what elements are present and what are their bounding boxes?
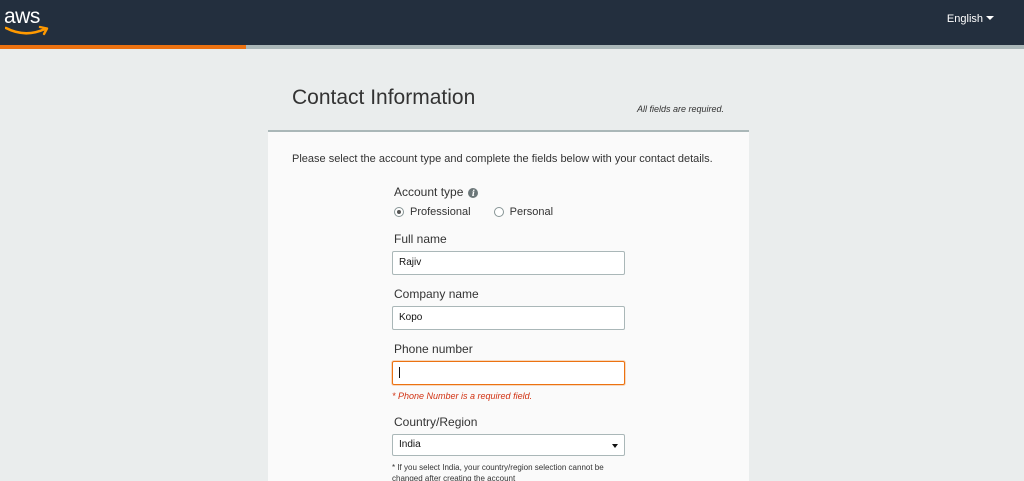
phone-number-error: * Phone Number is a required field. <box>392 391 533 401</box>
company-name-label: Company name <box>394 287 479 301</box>
radio-professional-label: Professional <box>410 206 471 218</box>
page-title: Contact Information <box>292 86 476 109</box>
signup-progress-bar <box>0 45 1024 49</box>
aws-logo[interactable]: aws <box>4 5 50 39</box>
language-label: English <box>946 13 983 25</box>
radio-professional-dot[interactable] <box>394 207 404 217</box>
radio-professional[interactable]: Professional <box>394 206 471 218</box>
country-select-value: India <box>399 439 421 450</box>
radio-personal[interactable]: Personal <box>493 206 554 218</box>
account-type-label: Account type i <box>394 185 479 199</box>
caret-down-icon <box>986 16 994 20</box>
info-icon[interactable]: i <box>468 188 479 198</box>
country-label: Country/Region <box>394 415 478 429</box>
company-name-value: Kopo <box>399 312 423 323</box>
contact-form-panel: Please select the account type and compl… <box>268 130 749 481</box>
country-select[interactable]: India <box>392 434 625 456</box>
chevron-down-icon <box>612 444 618 448</box>
phone-number-input[interactable] <box>392 361 625 385</box>
full-name-label: Full name <box>394 232 447 246</box>
full-name-value: Rajiv <box>399 257 422 268</box>
text-cursor <box>399 367 400 378</box>
country-note: * If you select India, your country/regi… <box>392 463 604 481</box>
progress-bar-fill <box>0 45 246 49</box>
language-selector[interactable]: English <box>947 13 994 25</box>
account-type-radio-group: Professional Personal <box>394 206 573 220</box>
company-name-input[interactable]: Kopo <box>392 306 625 330</box>
form-intro-text: Please select the account type and compl… <box>292 153 713 165</box>
smile-arrow-icon <box>5 25 49 36</box>
required-fields-note: All fields are required. <box>636 104 724 114</box>
phone-number-label: Phone number <box>394 342 473 356</box>
radio-personal-dot[interactable] <box>493 207 504 217</box>
radio-personal-label: Personal <box>509 206 554 218</box>
account-type-label-text: Account type <box>394 185 464 199</box>
top-nav-bar: aws English <box>0 0 1024 45</box>
full-name-input[interactable]: Rajiv <box>392 251 625 275</box>
